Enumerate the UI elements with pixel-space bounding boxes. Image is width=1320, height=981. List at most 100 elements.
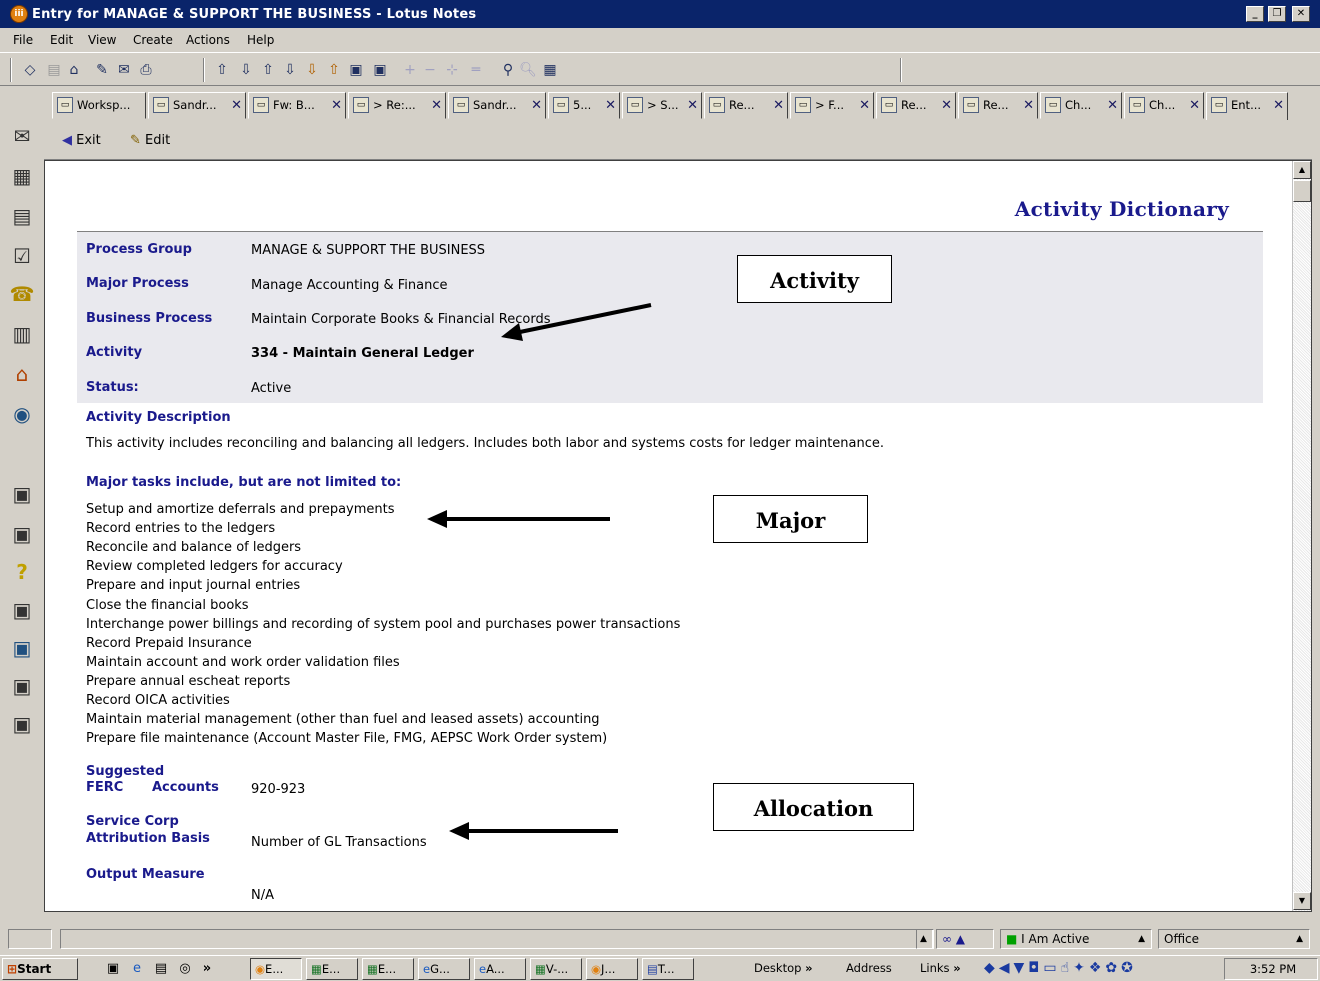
close-tab-icon[interactable]: ✕ (431, 93, 442, 118)
expand-all-icon[interactable]: + (400, 60, 420, 80)
vertical-scrollbar[interactable]: ▲ ▼ (1292, 161, 1311, 911)
scroll-down-button[interactable]: ▼ (1293, 892, 1311, 910)
taskbar-button-word[interactable]: ▤T... (642, 958, 694, 980)
forward-mail-icon[interactable]: ✉ (114, 60, 134, 80)
menu-help[interactable]: Help (247, 33, 274, 47)
taskbar-button-ie-1[interactable]: eG... (418, 958, 470, 980)
close-button[interactable]: ✕ (1292, 6, 1310, 22)
location-dropdown[interactable]: Office ▲ (1158, 929, 1310, 949)
tab-re-2[interactable]: ▭ Re... ✕ (704, 92, 788, 119)
tab-s[interactable]: ▭ > S... ✕ (622, 92, 702, 119)
tab-re-1[interactable]: ▭ > Re:... ✕ (348, 92, 446, 119)
contacts-icon[interactable]: ☎ (8, 280, 36, 308)
quicklaunch-more-icon[interactable]: » (198, 960, 216, 978)
collapse-all-icon[interactable]: − (420, 60, 440, 80)
internet-folder-icon[interactable]: ▣ (8, 634, 36, 662)
taskbar-button-excel-2[interactable]: ▦E... (362, 958, 414, 980)
print-icon[interactable]: ⎙ (136, 60, 156, 80)
lotus-notes-app-icon[interactable]: iii (10, 5, 28, 23)
tab-ch-1[interactable]: ▭ Ch... ✕ (1040, 92, 1122, 119)
minimize-button[interactable]: _ (1246, 6, 1264, 22)
internet-explorer-icon[interactable]: e (128, 960, 146, 978)
close-tab-icon[interactable]: ✕ (687, 93, 698, 118)
tab-re-4[interactable]: ▭ Re... ✕ (958, 92, 1038, 119)
find-binoculars-icon[interactable]: ⚲ (498, 60, 518, 80)
tab-f[interactable]: ▭ > F... ✕ (790, 92, 874, 119)
menu-create[interactable]: Create (133, 33, 173, 47)
expand-selected-icon[interactable]: ⊹ (442, 60, 462, 80)
scroll-thumb[interactable] (1293, 180, 1311, 202)
close-tab-icon[interactable]: ✕ (231, 93, 242, 118)
edit-button[interactable]: ✎ Edit (130, 133, 170, 148)
glasses-icon[interactable]: ∞ ▲ (936, 929, 994, 949)
navigate-prev-main-icon[interactable]: ⇩ (236, 60, 256, 80)
todo-icon[interactable]: ☑ (8, 242, 36, 270)
close-tab-icon[interactable]: ✕ (605, 93, 616, 118)
menu-actions[interactable]: Actions (186, 33, 230, 47)
tab-sandra-2[interactable]: ▭ Sandr... ✕ (448, 92, 546, 119)
tab-sandra-1[interactable]: ▭ Sandr... ✕ (148, 92, 246, 119)
more-bookmarks-icon[interactable]: ▣ (8, 710, 36, 738)
tab-entry-active[interactable]: ▭ Ent... ✕ (1206, 92, 1288, 121)
taskbar-button-ie-2[interactable]: eA... (474, 958, 526, 980)
home-icon[interactable]: ⌂ (8, 360, 36, 388)
start-button[interactable]: ⊞Start (2, 958, 78, 980)
menu-edit[interactable]: Edit (50, 33, 73, 47)
exit-button[interactable]: ◀ Exit (62, 133, 101, 148)
presence-status-dropdown[interactable]: ■ I Am Active ▲ (1000, 929, 1152, 949)
taskbar-button-notes[interactable]: ◉E... (250, 958, 302, 980)
status-indicator-box[interactable] (8, 929, 52, 949)
help-icon[interactable]: ? (8, 558, 36, 586)
navigate-prev-unread-icon[interactable]: ⇧ (324, 60, 344, 80)
desktop-toolbar[interactable]: Desktop » (750, 958, 836, 980)
navigate-next-main-icon[interactable]: ⇧ (212, 60, 232, 80)
navigate-next-icon[interactable]: ⇧ (258, 60, 278, 80)
close-tab-icon[interactable]: ✕ (859, 93, 870, 118)
quicklaunch-app-icon[interactable]: ◎ (176, 960, 194, 978)
close-tab-icon[interactable]: ✕ (531, 93, 542, 118)
close-tab-icon[interactable]: ✕ (1189, 93, 1200, 118)
status-dropdown-arrow-icon[interactable]: ▲ (916, 929, 934, 949)
databases-folder-icon[interactable]: ▣ (8, 520, 36, 548)
taskbar-button-excel-1[interactable]: ▦E... (306, 958, 358, 980)
close-tab-icon[interactable]: ✕ (1107, 93, 1118, 118)
tab-workspace[interactable]: ▭ Worksp... (52, 92, 146, 119)
properties-icon[interactable]: ▦ (540, 60, 560, 80)
tab-re-3[interactable]: ▭ Re... ✕ (876, 92, 956, 119)
save-icon[interactable]: ▤ (44, 60, 64, 80)
applications-folder-icon[interactable]: ▣ (8, 672, 36, 700)
menu-file[interactable]: File (13, 33, 33, 47)
outlook-icon[interactable]: ▤ (152, 960, 170, 978)
taskbar-button-notes-2[interactable]: ◉J... (586, 958, 638, 980)
menu-view[interactable]: View (88, 33, 116, 47)
replication-icon[interactable]: ▥ (8, 320, 36, 348)
search-icon[interactable]: 🔍︎ (518, 60, 538, 80)
favorites-folder-icon[interactable]: ▣ (8, 480, 36, 508)
calendar-icon[interactable]: ▦ (8, 162, 36, 190)
mail-icon[interactable]: ✉ (8, 122, 36, 150)
navigator-icon[interactable]: ◇ (20, 60, 40, 80)
show-desktop-icon[interactable]: ▣ (104, 960, 122, 978)
discussion-icon[interactable]: ◉ (8, 400, 36, 428)
close-tab-icon[interactable]: ✕ (941, 93, 952, 118)
collapse-selected-icon[interactable]: ═ (466, 60, 486, 80)
close-tab-icon[interactable]: ✕ (331, 93, 342, 118)
edit-document-icon[interactable]: ✎ (92, 60, 112, 80)
close-tab-icon[interactable]: ✕ (1023, 93, 1034, 118)
close-tab-icon[interactable]: ✕ (773, 93, 784, 118)
scroll-up-button[interactable]: ▲ (1293, 161, 1311, 179)
links-toolbar[interactable]: Links » (916, 958, 968, 980)
close-tab-icon[interactable]: ✕ (1273, 93, 1284, 118)
restore-button[interactable]: ❐ (1268, 6, 1286, 22)
address-toolbar[interactable]: Address (842, 958, 904, 980)
taskbar-button-excel-3[interactable]: ▦V-... (530, 958, 582, 980)
open-folder-icon[interactable]: ⌂ (64, 60, 84, 80)
tab-5[interactable]: ▭ 5... ✕ (548, 92, 620, 119)
navigate-prev-icon[interactable]: ⇩ (280, 60, 300, 80)
tab-fw-b[interactable]: ▭ Fw: B... ✕ (248, 92, 346, 119)
bookmark-folder-icon[interactable]: ▣ (8, 596, 36, 624)
system-tray-icons[interactable]: ◆◀▼◘▭☝✦❖✿✪ (980, 958, 1220, 980)
tab-ch-2[interactable]: ▭ Ch... ✕ (1124, 92, 1204, 119)
navigate-next-unread-icon[interactable]: ⇩ (302, 60, 322, 80)
expand-icon[interactable]: ▣ (346, 60, 366, 80)
